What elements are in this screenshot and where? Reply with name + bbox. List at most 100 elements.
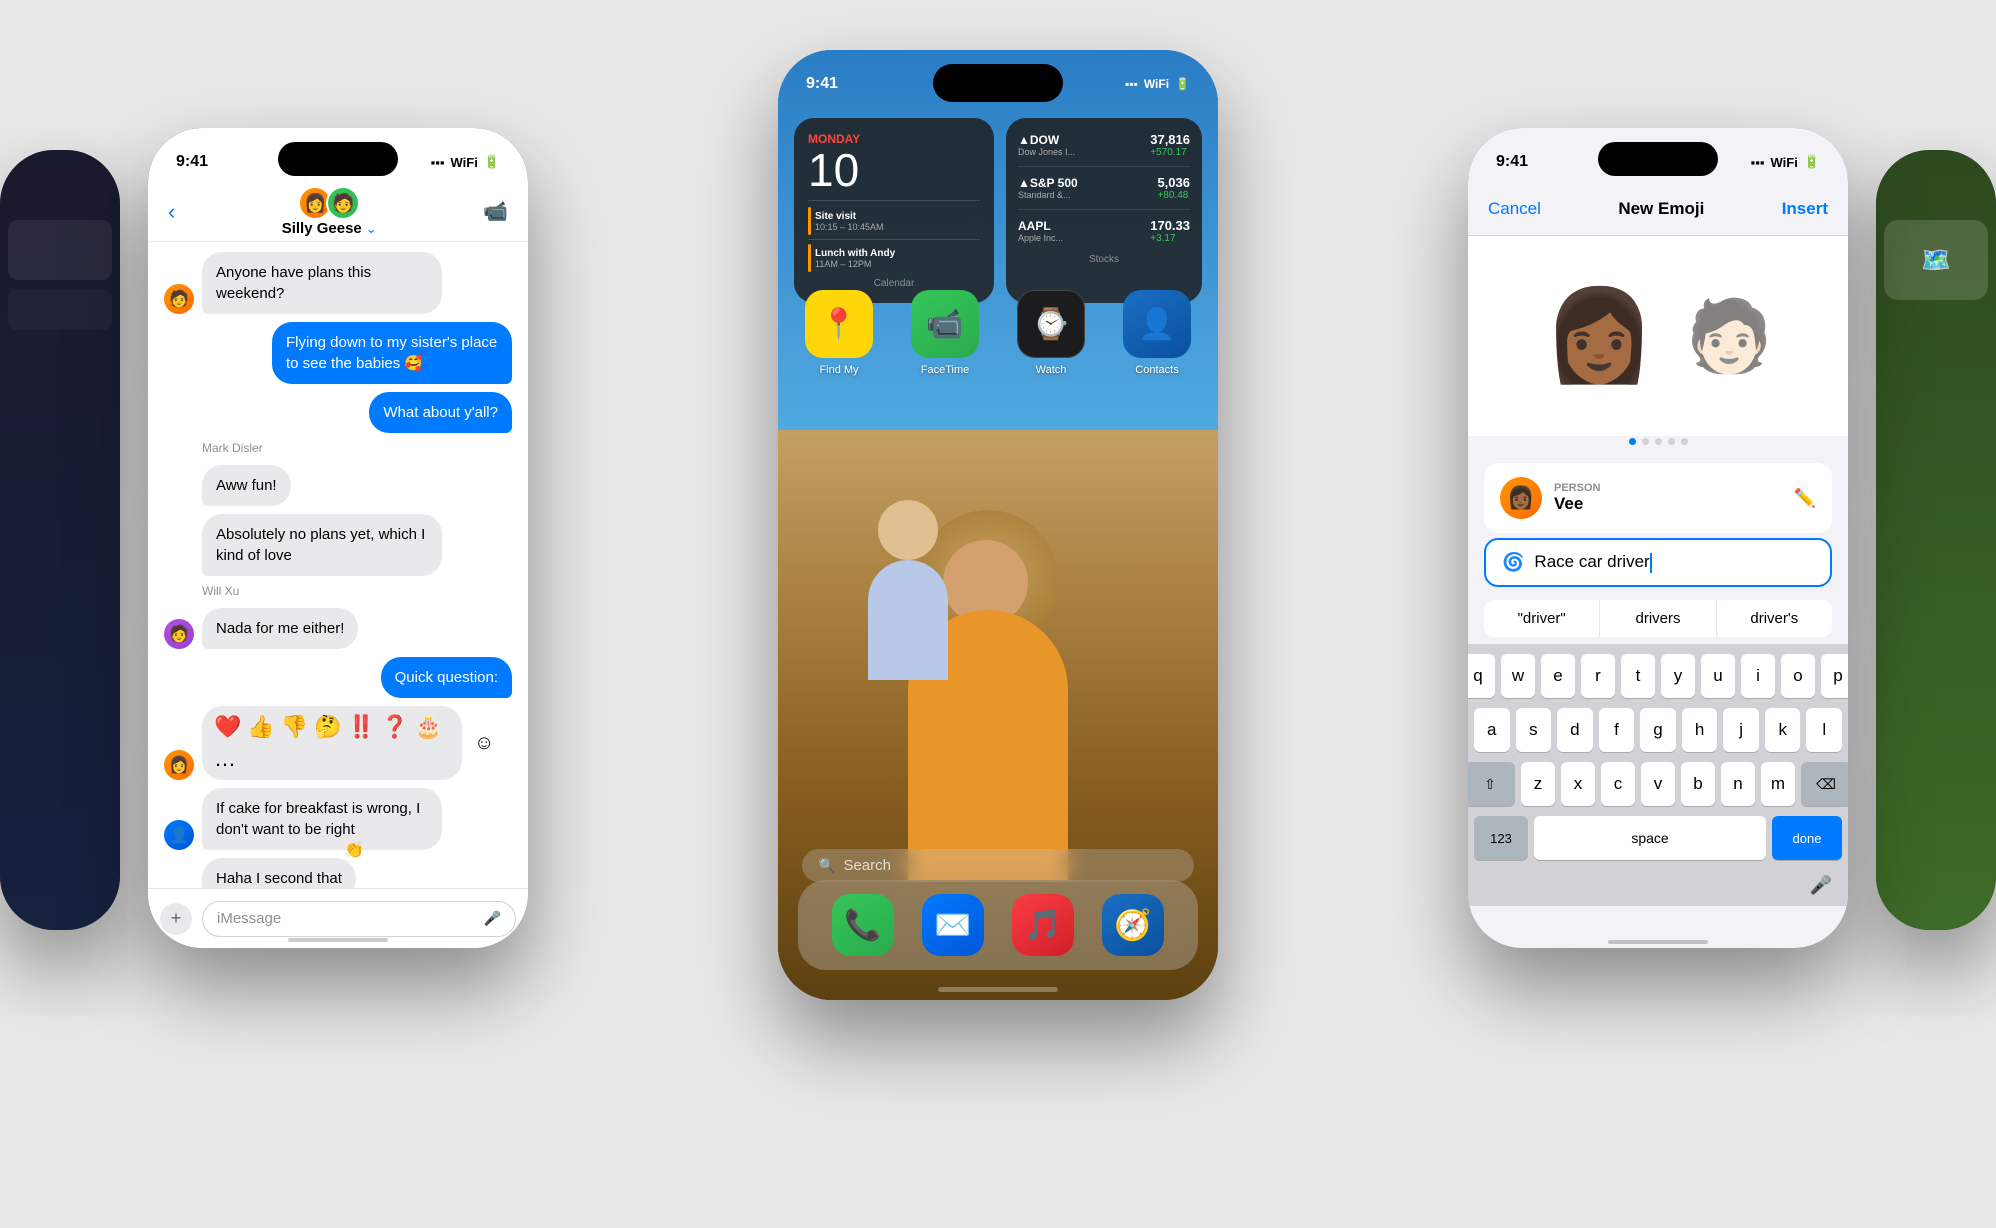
- key-e[interactable]: e: [1541, 654, 1575, 698]
- message-bubble-1: Anyone have plans this weekend?: [202, 252, 442, 314]
- dock-phone[interactable]: 📞: [832, 894, 894, 956]
- event-2-title: Lunch with Andy: [815, 248, 895, 259]
- message-bubble-7: Quick question:: [381, 657, 512, 698]
- key-backspace[interactable]: ⌫: [1801, 762, 1848, 806]
- stock-divider-2: [1018, 209, 1190, 210]
- key-r[interactable]: r: [1581, 654, 1615, 698]
- key-space[interactable]: space: [1534, 816, 1766, 860]
- emoji-preview-alt[interactable]: 🧑🏻: [1685, 301, 1772, 371]
- dock-safari[interactable]: 🧭: [1102, 894, 1164, 956]
- keyboard-row-1: q w e r t y u i o p: [1474, 654, 1842, 698]
- emoji-add-icon[interactable]: ☺: [474, 732, 494, 755]
- add-attachment-button[interactable]: +: [160, 903, 192, 935]
- status-icons-home: ▪▪▪ WiFi 🔋: [1125, 77, 1190, 91]
- app-findmy[interactable]: 📍 Find My: [794, 290, 884, 376]
- status-bar-home: 9:41 ▪▪▪ WiFi 🔋: [778, 50, 1218, 104]
- key-123[interactable]: 123: [1474, 816, 1528, 860]
- key-d[interactable]: d: [1557, 708, 1593, 752]
- edit-button[interactable]: ✏️: [1794, 488, 1816, 509]
- messages-screen: 9:41 ▪▪▪ WiFi 🔋 ‹ 👩 🧑 Silly Geese ⌄: [148, 128, 528, 948]
- key-shift[interactable]: ⇧: [1468, 762, 1515, 806]
- key-g[interactable]: g: [1640, 708, 1676, 752]
- emoji-bar: ❤️ 👍 👎 🤔 ‼️ ❓ 🎂 …: [202, 706, 462, 780]
- event-2-details: Lunch with Andy 11AM – 12PM: [815, 248, 895, 269]
- message-row-9: 👤 If cake for breakfast is wrong, I don'…: [164, 788, 512, 850]
- dot-2: [1642, 438, 1649, 445]
- key-s[interactable]: s: [1516, 708, 1552, 752]
- key-k[interactable]: k: [1765, 708, 1801, 752]
- pagination-dots: [1468, 438, 1848, 445]
- message-row-4: Aww fun!: [164, 465, 512, 506]
- key-p[interactable]: p: [1821, 654, 1848, 698]
- contacts-icon: 👤: [1123, 290, 1191, 358]
- key-a[interactable]: a: [1474, 708, 1510, 752]
- calendar-widget[interactable]: MONDAY 10 Site visit 10:15 – 10:45AM: [794, 118, 994, 303]
- key-v[interactable]: v: [1641, 762, 1675, 806]
- back-button[interactable]: ‹: [168, 199, 175, 225]
- key-y[interactable]: y: [1661, 654, 1695, 698]
- message-bubble-9: If cake for breakfast is wrong, I don't …: [202, 788, 442, 850]
- status-time-home: 9:41: [806, 75, 838, 93]
- msg-avatar-9: 👤: [164, 820, 194, 850]
- stock-row-aapl: AAPL Apple Inc... 170.33 +3.17: [1018, 218, 1190, 244]
- video-call-button[interactable]: 📹: [483, 199, 508, 224]
- input-value: Race car driver: [1534, 552, 1649, 571]
- key-x[interactable]: x: [1561, 762, 1595, 806]
- app-contacts[interactable]: 👤 Contacts: [1112, 290, 1202, 376]
- dock-mail[interactable]: ✉️: [922, 894, 984, 956]
- event-dot-2: [808, 244, 811, 272]
- group-name-row[interactable]: Silly Geese ⌄: [282, 220, 377, 237]
- suggestion-1[interactable]: "driver": [1484, 600, 1600, 637]
- emoji-text-input[interactable]: Race car driver: [1534, 552, 1814, 573]
- stock-aapl-vals: 170.33 +3.17: [1150, 218, 1190, 244]
- mail-icon: ✉️: [922, 894, 984, 956]
- person-details: PERSON Vee: [1554, 482, 1600, 514]
- key-c[interactable]: c: [1601, 762, 1635, 806]
- key-f[interactable]: f: [1599, 708, 1635, 752]
- messages-body: 🧑 Anyone have plans this weekend? Flying…: [148, 242, 528, 888]
- app-facetime[interactable]: 📹 FaceTime: [900, 290, 990, 376]
- phone-messages: 9:41 ▪▪▪ WiFi 🔋 ‹ 👩 🧑 Silly Geese ⌄: [148, 128, 528, 948]
- key-h[interactable]: h: [1682, 708, 1718, 752]
- suggestion-2[interactable]: drivers: [1600, 600, 1716, 637]
- signal-icon-emoji: ▪▪▪: [1751, 155, 1765, 170]
- message-input-field[interactable]: iMessage 🎤: [202, 901, 516, 937]
- dock-music[interactable]: 🎵: [1012, 894, 1074, 956]
- search-bar[interactable]: 🔍 Search: [802, 849, 1194, 882]
- stock-dow-vals: 37,816 +570.17: [1150, 132, 1190, 158]
- key-o[interactable]: o: [1781, 654, 1815, 698]
- findmy-label: Find My: [819, 364, 858, 376]
- keyboard-mic-icon[interactable]: 🎤: [1810, 875, 1832, 896]
- key-j[interactable]: j: [1723, 708, 1759, 752]
- key-w[interactable]: w: [1501, 654, 1535, 698]
- status-bar-emoji: 9:41 ▪▪▪ WiFi 🔋: [1468, 128, 1848, 182]
- emoji-preview-main[interactable]: 👩🏾: [1543, 291, 1655, 381]
- phone-icon: 📞: [832, 894, 894, 956]
- emoji-screen-title: New Emoji: [1618, 199, 1704, 219]
- key-b[interactable]: b: [1681, 762, 1715, 806]
- sender-name-mark: Mark Disler: [202, 441, 512, 455]
- app-watch[interactable]: ⌚ Watch: [1006, 290, 1096, 376]
- key-u[interactable]: u: [1701, 654, 1735, 698]
- key-done[interactable]: done: [1772, 816, 1842, 860]
- emoji-alt: 🧑🏻: [1685, 301, 1772, 371]
- emoji-question: ❓: [381, 714, 408, 740]
- key-t[interactable]: t: [1621, 654, 1655, 698]
- insert-button[interactable]: Insert: [1782, 199, 1828, 219]
- emoji-preview: 👩🏾 🧑🏻: [1468, 236, 1848, 436]
- battery-icon-home: 🔋: [1175, 77, 1190, 91]
- key-n[interactable]: n: [1721, 762, 1755, 806]
- message-row-7: Quick question:: [164, 657, 512, 698]
- key-l[interactable]: l: [1806, 708, 1842, 752]
- emoji-input-area[interactable]: 🌀 Race car driver: [1484, 538, 1832, 587]
- stock-row-dow: ▲DOW Dow Jones I... 37,816 +570.17: [1018, 132, 1190, 158]
- stocks-widget[interactable]: ▲DOW Dow Jones I... 37,816 +570.17 ▲S&P …: [1006, 118, 1202, 303]
- key-i[interactable]: i: [1741, 654, 1775, 698]
- key-q[interactable]: q: [1468, 654, 1495, 698]
- message-row-1: 🧑 Anyone have plans this weekend?: [164, 252, 512, 314]
- key-z[interactable]: z: [1521, 762, 1555, 806]
- key-m[interactable]: m: [1761, 762, 1795, 806]
- cancel-button[interactable]: Cancel: [1488, 199, 1541, 219]
- stock-aapl-val: 170.33: [1150, 218, 1190, 233]
- suggestion-3[interactable]: driver's: [1717, 600, 1832, 637]
